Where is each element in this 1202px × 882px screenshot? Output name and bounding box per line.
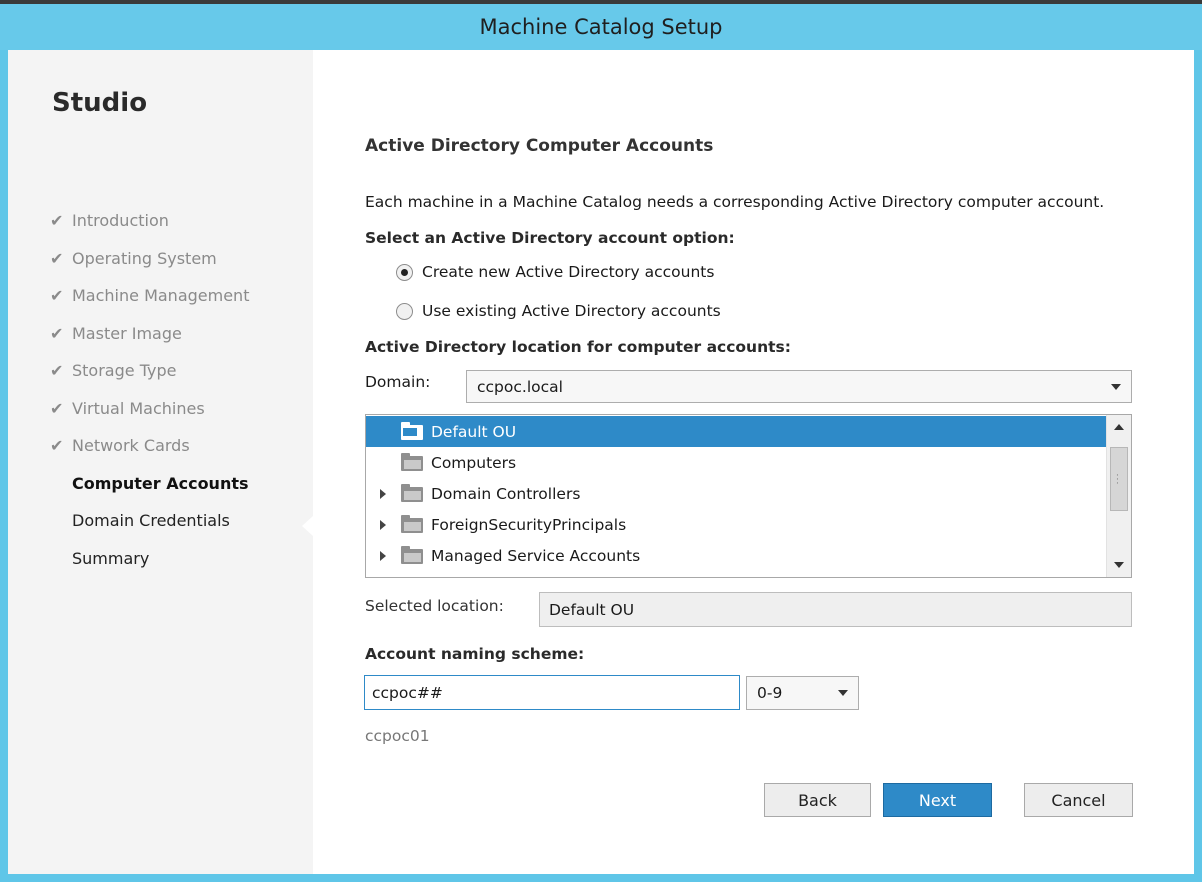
- tree-item-label: Domain Controllers: [431, 484, 581, 503]
- check-icon: ✔: [50, 361, 64, 381]
- back-button[interactable]: Back: [764, 783, 871, 817]
- step-machine-management: ✔ Machine Management: [50, 277, 249, 315]
- naming-type-value: 0-9: [757, 684, 783, 702]
- chevron-down-icon[interactable]: [1111, 383, 1121, 390]
- step-master-image: ✔ Master Image: [50, 315, 249, 353]
- current-step-pointer: [302, 516, 313, 536]
- radio-create-new-accounts[interactable]: Create new Active Directory accounts: [396, 263, 714, 281]
- naming-preview: ccpoc01: [365, 727, 430, 745]
- folder-icon: [401, 453, 423, 471]
- radio-label: Create new Active Directory accounts: [422, 263, 715, 281]
- naming-scheme-label: Account naming scheme:: [365, 645, 585, 663]
- step-label: Network Cards: [72, 436, 190, 456]
- tree-item-managed-service-accounts[interactable]: Managed Service Accounts: [366, 540, 1106, 571]
- step-summary: ✔Summary: [50, 540, 249, 578]
- tree-item-label: Managed Service Accounts: [431, 546, 641, 565]
- step-introduction: ✔ Introduction: [50, 202, 249, 240]
- check-icon: ✔: [50, 436, 64, 456]
- step-network-cards: ✔ Network Cards: [50, 427, 249, 465]
- folder-icon: [401, 515, 423, 533]
- radio-use-existing-accounts[interactable]: Use existing Active Directory accounts: [396, 302, 721, 320]
- radio-label: Use existing Active Directory accounts: [422, 302, 721, 320]
- check-icon: ✔: [50, 248, 64, 268]
- tree-item-default-ou[interactable]: Default OU: [366, 416, 1106, 447]
- expand-arrow-icon[interactable]: [380, 488, 386, 499]
- selected-location-value: Default OU: [549, 600, 635, 619]
- step-virtual-machines: ✔ Virtual Machines: [50, 390, 249, 428]
- brand-title: Studio: [52, 88, 148, 118]
- tree-scrollbar[interactable]: · · ·: [1106, 415, 1131, 577]
- tree-item-label: Computers: [431, 453, 517, 472]
- window-titlebar: Machine Catalog Setup: [0, 0, 1202, 50]
- chevron-down-icon[interactable]: [838, 690, 848, 696]
- expand-arrow-icon[interactable]: [380, 519, 386, 530]
- page-description: Each machine in a Machine Catalog needs …: [365, 193, 1105, 211]
- radio-selected-indicator[interactable]: [396, 263, 413, 281]
- folder-icon: [401, 484, 423, 502]
- location-label: Active Directory location for computer a…: [365, 338, 791, 356]
- step-label: Virtual Machines: [72, 398, 205, 418]
- expand-arrow-icon[interactable]: [380, 550, 386, 561]
- radio-indicator[interactable]: [396, 302, 413, 320]
- check-icon: ✔: [50, 211, 64, 231]
- cancel-button[interactable]: Cancel: [1024, 783, 1133, 817]
- domain-value: ccpoc.local: [477, 377, 563, 396]
- step-label: Storage Type: [72, 361, 177, 381]
- scroll-thumb[interactable]: · · ·: [1110, 447, 1128, 511]
- step-label: Domain Credentials: [72, 511, 230, 531]
- step-label: Computer Accounts: [72, 473, 249, 493]
- check-icon: ✔: [50, 398, 64, 418]
- tree-item-label: ForeignSecurityPrincipals: [431, 515, 627, 534]
- domain-label: Domain:: [365, 373, 431, 391]
- folder-icon: [401, 546, 423, 564]
- step-operating-system: ✔ Operating System: [50, 240, 249, 278]
- step-label: Operating System: [72, 248, 217, 268]
- step-label: Introduction: [72, 211, 169, 231]
- ou-tree[interactable]: Default OU Computers Domain Controllers …: [365, 414, 1132, 578]
- tree-item-label: Default OU: [431, 422, 517, 441]
- domain-select[interactable]: ccpoc.local: [466, 370, 1132, 403]
- selected-location-label: Selected location:: [365, 597, 504, 615]
- step-storage-type: ✔ Storage Type: [50, 352, 249, 390]
- window-title: Machine Catalog Setup: [479, 15, 723, 39]
- scroll-up-icon[interactable]: [1114, 424, 1124, 430]
- selected-location-field: Default OU: [539, 592, 1132, 627]
- step-label: Machine Management: [72, 286, 250, 306]
- tree-item-foreign-security-principals[interactable]: ForeignSecurityPrincipals: [366, 509, 1106, 540]
- step-label: Summary: [72, 548, 150, 568]
- account-option-label: Select an Active Directory account optio…: [365, 229, 735, 247]
- wizard-steps: ✔ Introduction ✔ Operating System ✔ Machine…: [50, 202, 249, 577]
- grip-icon: · · ·: [1116, 471, 1119, 489]
- naming-type-select[interactable]: 0-9: [746, 676, 859, 710]
- check-icon: ✔: [50, 323, 64, 343]
- tree-item-domain-controllers[interactable]: Domain Controllers: [366, 478, 1106, 509]
- step-domain-credentials: ✔Domain Credentials: [50, 502, 249, 540]
- check-icon: ✔: [50, 286, 64, 306]
- scroll-down-icon[interactable]: [1114, 562, 1124, 568]
- next-button[interactable]: Next: [883, 783, 992, 817]
- tree-item-computers[interactable]: Computers: [366, 447, 1106, 478]
- naming-scheme-input[interactable]: [364, 675, 740, 710]
- page-title: Active Directory Computer Accounts: [365, 136, 714, 156]
- step-computer-accounts: ✔Computer Accounts: [50, 465, 249, 503]
- step-label: Master Image: [72, 323, 182, 343]
- ou-folder-icon: [401, 422, 423, 440]
